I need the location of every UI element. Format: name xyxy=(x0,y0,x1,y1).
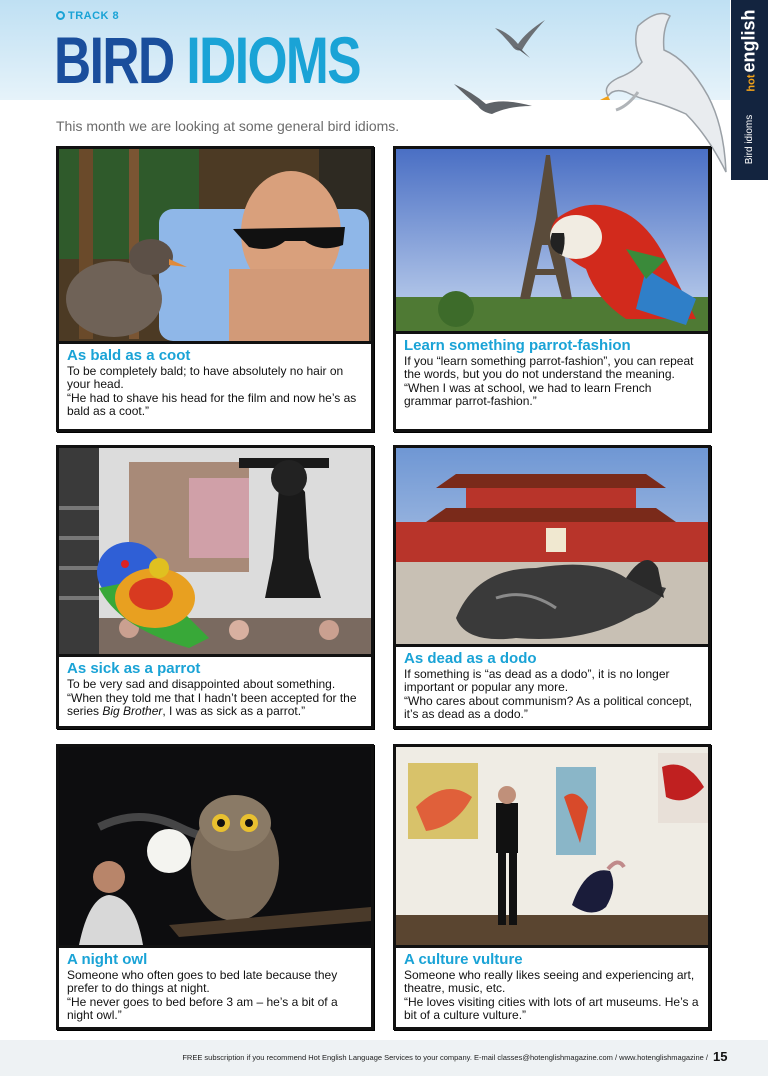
title-word-bird: BIRD xyxy=(54,23,175,97)
page-subtitle: This month we are looking at some genera… xyxy=(56,118,400,134)
idiom-definition: To be very sad and disappointed about so… xyxy=(67,677,336,691)
idiom-definition: To be completely bald; to have absolutel… xyxy=(67,364,344,391)
example-part: , I was as sick as a parrot.” xyxy=(162,704,306,718)
section-label-text: Bird idioms xyxy=(744,114,755,164)
idiom-heading: As sick as a parrot xyxy=(67,660,201,677)
idiom-heading: Learn something parrot-fashion xyxy=(404,337,631,354)
example-italic: Big Brother xyxy=(102,704,163,718)
track-text: TRACK 8 xyxy=(68,10,120,22)
section-label: Bird idioms xyxy=(731,100,768,178)
audio-track-icon xyxy=(56,11,65,20)
flying-bird-icon xyxy=(495,20,545,58)
idiom-example: “When I was at school, we had to learn F… xyxy=(404,381,652,408)
idiom-definition: If you “learn something parrot-fashion”,… xyxy=(404,354,694,381)
title-word-idioms: IDIOMS xyxy=(186,23,361,97)
idiom-card-dead-dodo: As dead as a dodo If something is “as de… xyxy=(393,445,711,729)
idiom-definition: Someone who really likes seeing and expe… xyxy=(404,968,695,995)
idiom-card-culture-vulture: A culture vulture Someone who really lik… xyxy=(393,744,711,1030)
eiffel-tower-parrot-photo xyxy=(396,149,708,334)
idiom-example: “He loves visiting cities with lots of a… xyxy=(404,995,699,1022)
footer-text: FREE subscription if you recommend Hot E… xyxy=(182,1053,708,1062)
idiom-example: “He never goes to bed before 3 am – he’s… xyxy=(67,995,338,1022)
tiananmen-dodo-photo xyxy=(396,448,708,647)
idiom-heading: As dead as a dodo xyxy=(404,650,537,667)
track-label: TRACK 8 xyxy=(56,10,119,22)
idiom-example: “When they told me that I hadn’t been ac… xyxy=(67,692,363,718)
idiom-heading: A night owl xyxy=(67,951,148,968)
idiom-heading: As bald as a coot xyxy=(67,347,191,364)
idiom-card-sick-parrot: As sick as a parrot To be very sad and d… xyxy=(56,445,374,729)
idiom-card-bald-coot: As bald as a coot To be completely bald;… xyxy=(56,146,374,432)
brand-logo: hotenglish xyxy=(731,4,768,96)
page-title: BIRD IDIOMS xyxy=(54,22,362,98)
idiom-card-parrot-fashion: Learn something parrot-fashion If you “l… xyxy=(393,146,711,432)
night-owl-photo xyxy=(59,747,371,948)
flying-bird-icon xyxy=(454,84,532,114)
idiom-example: “Who cares about communism? As a politic… xyxy=(404,694,693,721)
art-gallery-vulture-photo xyxy=(396,747,708,948)
idiom-definition: Someone who often goes to bed late becau… xyxy=(67,968,338,995)
page-footer: FREE subscription if you recommend Hot E… xyxy=(0,1040,768,1076)
page-number: 15 xyxy=(713,1049,728,1064)
idiom-definition: If something is “as dead as a dodo”, it … xyxy=(404,667,670,694)
big-brother-parrot-photo xyxy=(59,448,371,657)
idiom-heading: A culture vulture xyxy=(404,951,523,968)
idiom-card-night-owl: A night owl Someone who often goes to be… xyxy=(56,744,374,1030)
brand-small: hot xyxy=(746,73,758,92)
brand-name: english xyxy=(739,8,759,72)
bald-man-coot-photo xyxy=(59,149,371,344)
idiom-example: “He had to shave his head for the film a… xyxy=(67,391,357,418)
